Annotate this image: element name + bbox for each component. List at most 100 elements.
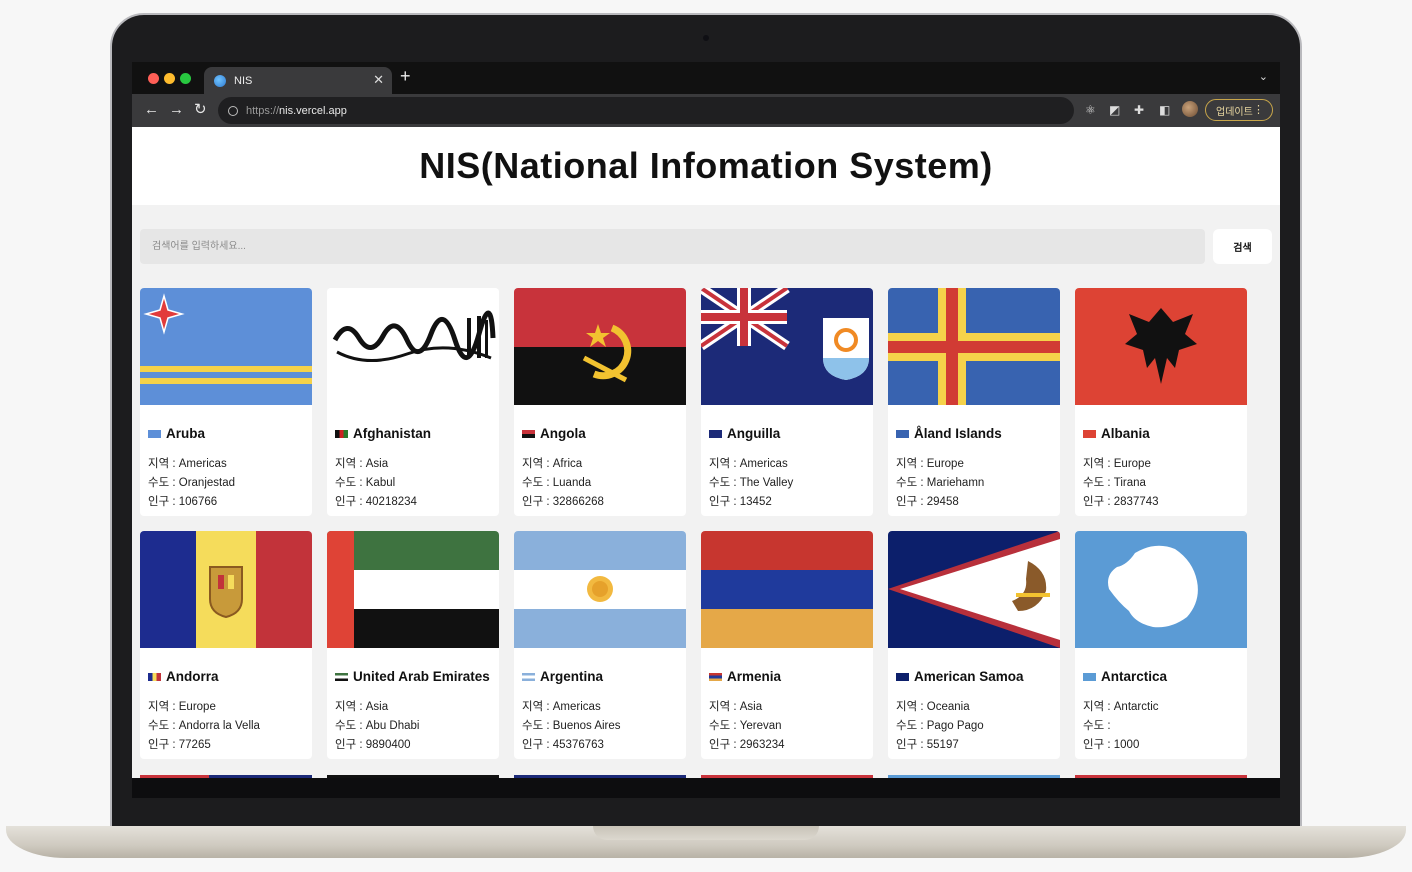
- camera-icon: [703, 35, 709, 41]
- region-label: 지역: [522, 458, 544, 470]
- region-label: 지역: [522, 701, 544, 713]
- population-label: 인구: [148, 496, 170, 508]
- forward-icon[interactable]: →: [169, 101, 184, 119]
- country-name: United Arab Emirates: [353, 669, 490, 684]
- close-window-button[interactable]: [148, 73, 159, 84]
- country-name: Armenia: [727, 669, 782, 684]
- tab-title: NIS: [234, 74, 253, 87]
- new-tab-button[interactable]: +: [400, 66, 411, 87]
- country-card-anguilla[interactable]: Anguilla 지역 : Americas 수도 : The Valley 인…: [701, 288, 873, 516]
- country-card-argentina[interactable]: Argentina 지역 : Americas 수도 : Buenos Aire…: [514, 531, 686, 759]
- population-value: 9890400: [365, 739, 411, 751]
- population-label: 인구: [896, 739, 918, 751]
- page-content: NIS(National Infomation System) 검색 Aruba…: [132, 127, 1280, 778]
- capital-label: 수도: [148, 720, 170, 732]
- region-value: Americas: [178, 458, 227, 470]
- population-label: 인구: [1083, 739, 1105, 751]
- screen-bezel: [132, 778, 1280, 798]
- close-tab-icon[interactable]: ✕: [373, 72, 384, 88]
- capital-label: 수도: [522, 720, 544, 732]
- capital-label: 수도: [896, 477, 918, 489]
- puzzle-icon[interactable]: ✚: [1134, 103, 1144, 117]
- back-icon[interactable]: ←: [144, 101, 159, 119]
- flag-image: [888, 531, 1060, 648]
- capital-value: Abu Dhabi: [365, 720, 420, 732]
- flag-icon: [896, 429, 909, 438]
- page-title: NIS(National Infomation System): [419, 145, 993, 186]
- flag-icon: [896, 672, 909, 681]
- capital-label: 수도: [896, 720, 918, 732]
- region-value: Asia: [739, 701, 763, 713]
- region-value: Europe: [926, 458, 964, 470]
- chevron-down-icon[interactable]: ⌄: [1259, 70, 1268, 83]
- avatar[interactable]: [1182, 101, 1198, 117]
- country-card-albania[interactable]: Albania 지역 : Europe 수도 : Tirana 인구 : 283…: [1075, 288, 1247, 516]
- capital-label: 수도: [335, 477, 357, 489]
- population-value: 55197: [926, 739, 959, 751]
- country-name: Aruba: [166, 426, 206, 441]
- region-value: Europe: [178, 701, 216, 713]
- flag-image: [327, 531, 499, 648]
- minimize-window-button[interactable]: [164, 73, 175, 84]
- flag-icon: [335, 672, 348, 681]
- region-value: Antarctic: [1113, 701, 1159, 713]
- population-label: 인구: [522, 496, 544, 508]
- flag-image: [514, 288, 686, 405]
- country-card-angola[interactable]: Angola 지역 : Africa 수도 : Luanda 인구 : 3286…: [514, 288, 686, 516]
- screen: NIS ✕ + ⌄ ← → ↻ https://nis.vercel.app ⚛…: [132, 62, 1280, 778]
- population-value: 32866268: [552, 496, 604, 508]
- country-card-aruba[interactable]: Aruba 지역 : Americas 수도 : Oranjestad 인구 :…: [140, 288, 312, 516]
- region-label: 지역: [896, 701, 918, 713]
- extension-icon[interactable]: ◩: [1109, 103, 1120, 117]
- country-name: Andorra: [166, 669, 219, 684]
- region-label: 지역: [1083, 458, 1105, 470]
- flag-icon: [335, 429, 348, 438]
- search-button[interactable]: 검색: [1213, 229, 1272, 264]
- flag-icon: [709, 672, 722, 681]
- region-value: Americas: [552, 701, 601, 713]
- region-label: 지역: [1083, 701, 1105, 713]
- flag-image: [140, 531, 312, 648]
- capital-value: Pago Pago: [926, 720, 984, 732]
- country-name: American Samoa: [914, 669, 1024, 684]
- capital-label: 수도: [709, 720, 731, 732]
- flag-icon: [522, 429, 535, 438]
- population-label: 인구: [335, 739, 357, 751]
- region-label: 지역: [335, 458, 357, 470]
- country-card-afghanistan[interactable]: Afghanistan 지역 : Asia 수도 : Kabul 인구 : 40…: [327, 288, 499, 516]
- population-label: 인구: [1083, 496, 1105, 508]
- country-name: Afghanistan: [353, 426, 432, 441]
- side-panel-icon[interactable]: ◧: [1159, 103, 1170, 117]
- flag-image: [1075, 531, 1247, 648]
- population-value: 13452: [739, 496, 772, 508]
- page-header: NIS(National Infomation System): [132, 127, 1280, 205]
- url-host: nis.vercel.app: [279, 104, 347, 117]
- region-label: 지역: [148, 458, 170, 470]
- capital-value: Kabul: [365, 477, 396, 489]
- update-button[interactable]: 업데이트 ⋮: [1205, 99, 1273, 121]
- url-scheme: https://: [246, 104, 280, 117]
- site-info-icon[interactable]: [228, 105, 238, 116]
- address-bar[interactable]: https://nis.vercel.app: [218, 97, 1074, 124]
- country-card-antarctica[interactable]: Antarctica 지역 : Antarctic 수도 : 인구 : 1000: [1075, 531, 1247, 759]
- capital-label: 수도: [1083, 720, 1105, 732]
- react-devtools-icon[interactable]: ⚛: [1085, 103, 1096, 117]
- region-value: Oceania: [926, 701, 970, 713]
- update-label: 업데이트: [1216, 106, 1253, 118]
- country-card-andorra[interactable]: Andorra 지역 : Europe 수도 : Andorra la Vell…: [140, 531, 312, 759]
- maximize-window-button[interactable]: [180, 73, 191, 84]
- population-value: 40218234: [365, 496, 417, 508]
- flag-image: [701, 531, 873, 648]
- country-card-american-samoa[interactable]: American Samoa 지역 : Oceania 수도 : Pago Pa…: [888, 531, 1060, 759]
- browser-tab[interactable]: NIS ✕: [204, 67, 392, 94]
- country-card-united-arab-emirates[interactable]: United Arab Emirates 지역 : Asia 수도 : Abu …: [327, 531, 499, 759]
- region-value: Asia: [365, 458, 389, 470]
- population-label: 인구: [709, 739, 731, 751]
- search-input[interactable]: [140, 229, 1205, 264]
- country-card-aland-islands[interactable]: Åland Islands 지역 : Europe 수도 : Mariehamn…: [888, 288, 1060, 516]
- country-card-armenia[interactable]: Armenia 지역 : Asia 수도 : Yerevan 인구 : 2963…: [701, 531, 873, 759]
- flag-icon: [1083, 429, 1096, 438]
- reload-icon[interactable]: ↻: [194, 101, 207, 119]
- capital-label: 수도: [522, 477, 544, 489]
- capital-value: Mariehamn: [926, 477, 985, 489]
